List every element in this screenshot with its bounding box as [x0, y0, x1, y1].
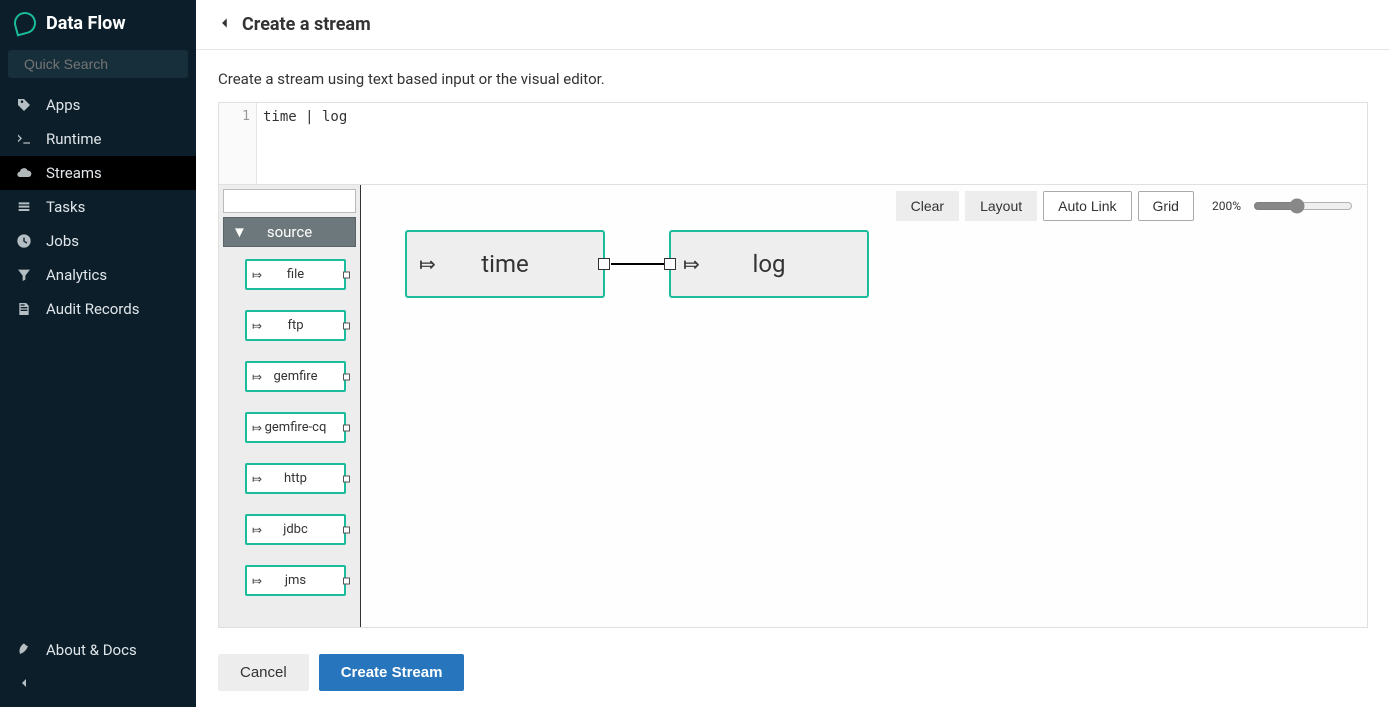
sidebar-item-jobs[interactable]: Jobs — [0, 224, 196, 258]
layout-button[interactable]: Layout — [965, 191, 1037, 221]
back-button[interactable] — [218, 15, 232, 34]
canvas-toolbar: Clear Layout Auto Link Grid 200% — [896, 191, 1353, 221]
palette-item-ftp[interactable]: ⤇ ftp — [245, 310, 346, 341]
palette-item-gemfire-cq[interactable]: ⤇ gemfire-cq — [245, 412, 346, 443]
filter-icon — [16, 267, 32, 283]
page-description: Create a stream using text based input o… — [218, 70, 1368, 88]
text-editor[interactable]: 1 time | log — [218, 102, 1368, 185]
palette-item-label: gemfire — [274, 369, 318, 384]
editor-content[interactable]: time | log — [257, 103, 355, 184]
node-log[interactable]: ⤇ log — [669, 230, 869, 298]
sidebar-item-label: Apps — [46, 96, 80, 114]
zoom-label: 200% — [1212, 199, 1241, 213]
source-icon: ⤇ — [252, 472, 262, 486]
tag-icon — [16, 97, 32, 113]
palette-section-title: source — [267, 223, 312, 241]
sidebar-item-audit-records[interactable]: Audit Records — [0, 292, 196, 326]
port-icon — [343, 577, 350, 584]
header: Create a stream — [196, 0, 1390, 50]
source-icon: ⤇ — [252, 268, 262, 282]
sidebar-item-label: Jobs — [46, 232, 79, 250]
port-icon — [343, 373, 350, 380]
sink-icon: ⤇ — [683, 252, 700, 276]
source-icon: ⤇ — [252, 370, 262, 384]
port-icon — [343, 424, 350, 431]
palette-item-label: jdbc — [283, 522, 308, 537]
sidebar-item-analytics[interactable]: Analytics — [0, 258, 196, 292]
sidebar-item-label: Audit Records — [46, 300, 139, 318]
input-port[interactable] — [664, 258, 676, 270]
palette-item-label: gemfire-cq — [265, 420, 327, 435]
palette-item-gemfire[interactable]: ⤇ gemfire — [245, 361, 346, 392]
sidebar-item-label: Runtime — [46, 130, 101, 148]
sidebar-item-label: About & Docs — [46, 641, 137, 659]
sidebar-item-streams[interactable]: Streams — [0, 156, 196, 190]
chevron-left-icon — [218, 16, 232, 30]
node-label: time — [481, 250, 528, 278]
source-icon: ⤇ — [252, 523, 262, 537]
cloud-icon — [16, 165, 32, 181]
quick-search-input[interactable] — [24, 56, 205, 72]
node-label: log — [753, 250, 786, 278]
palette: ▼ source ⤇ file ⤇ ftp ⤇ gemfire — [219, 185, 361, 627]
output-port[interactable] — [598, 258, 610, 270]
editor-gutter: 1 — [219, 103, 257, 184]
main: Create a stream Create a stream using te… — [196, 0, 1390, 707]
source-icon: ⤇ — [252, 319, 262, 333]
list-icon — [16, 199, 32, 215]
source-icon: ⤇ — [252, 574, 262, 588]
footer: Cancel Create Stream — [196, 638, 1390, 707]
sidebar-item-about[interactable]: About & Docs — [0, 633, 196, 667]
clear-button[interactable]: Clear — [896, 191, 959, 221]
chevron-left-icon — [16, 675, 32, 691]
palette-item-jdbc[interactable]: ⤇ jdbc — [245, 514, 346, 545]
brand-title: Data Flow — [46, 13, 126, 34]
port-icon — [343, 271, 350, 278]
sidebar-item-apps[interactable]: Apps — [0, 88, 196, 122]
node-time[interactable]: ⤇ time — [405, 230, 605, 298]
palette-section-header[interactable]: ▼ source — [223, 217, 356, 247]
source-icon: ⤇ — [419, 252, 436, 276]
zoom-slider[interactable] — [1253, 198, 1353, 214]
port-icon — [343, 322, 350, 329]
content: Create a stream using text based input o… — [196, 50, 1390, 638]
sidebar-item-tasks[interactable]: Tasks — [0, 190, 196, 224]
visual-editor: ▼ source ⤇ file ⤇ ftp ⤇ gemfire — [218, 185, 1368, 628]
palette-item-label: http — [284, 471, 307, 486]
leaf-icon — [16, 642, 32, 658]
sidebar: Data Flow Apps Runtime Streams Tasks Job… — [0, 0, 196, 707]
sidebar-item-label: Analytics — [46, 266, 107, 284]
palette-item-label: ftp — [287, 318, 303, 333]
sidebar-item-label: Tasks — [46, 198, 85, 216]
terminal-icon — [16, 131, 32, 147]
port-icon — [343, 475, 350, 482]
port-icon — [343, 526, 350, 533]
chevron-down-icon: ▼ — [232, 223, 247, 241]
autolink-button[interactable]: Auto Link — [1043, 191, 1131, 221]
palette-item-jms[interactable]: ⤇ jms — [245, 565, 346, 596]
canvas[interactable]: Clear Layout Auto Link Grid 200% ⤇ time … — [361, 185, 1367, 627]
cancel-button[interactable]: Cancel — [218, 654, 309, 691]
source-icon: ⤇ — [252, 421, 262, 435]
palette-item-label: file — [287, 267, 304, 282]
leaf-icon — [12, 10, 39, 37]
sidebar-item-label: Streams — [46, 164, 102, 182]
clock-icon — [16, 233, 32, 249]
sidebar-collapse[interactable] — [0, 667, 196, 699]
line-number: 1 — [242, 109, 250, 124]
sidebar-item-runtime[interactable]: Runtime — [0, 122, 196, 156]
create-stream-button[interactable]: Create Stream — [319, 654, 465, 691]
page-title: Create a stream — [242, 14, 371, 35]
palette-filter-input[interactable] — [223, 189, 356, 213]
brand: Data Flow — [0, 0, 196, 46]
palette-item-label: jms — [285, 573, 306, 588]
palette-item-http[interactable]: ⤇ http — [245, 463, 346, 494]
quick-search[interactable] — [8, 50, 188, 78]
document-icon — [16, 301, 32, 317]
grid-button[interactable]: Grid — [1138, 191, 1194, 221]
sidebar-nav: Apps Runtime Streams Tasks Jobs Analytic… — [0, 88, 196, 326]
link-time-log[interactable] — [611, 263, 671, 265]
palette-item-file[interactable]: ⤇ file — [245, 259, 346, 290]
sidebar-bottom: About & Docs — [0, 633, 196, 707]
